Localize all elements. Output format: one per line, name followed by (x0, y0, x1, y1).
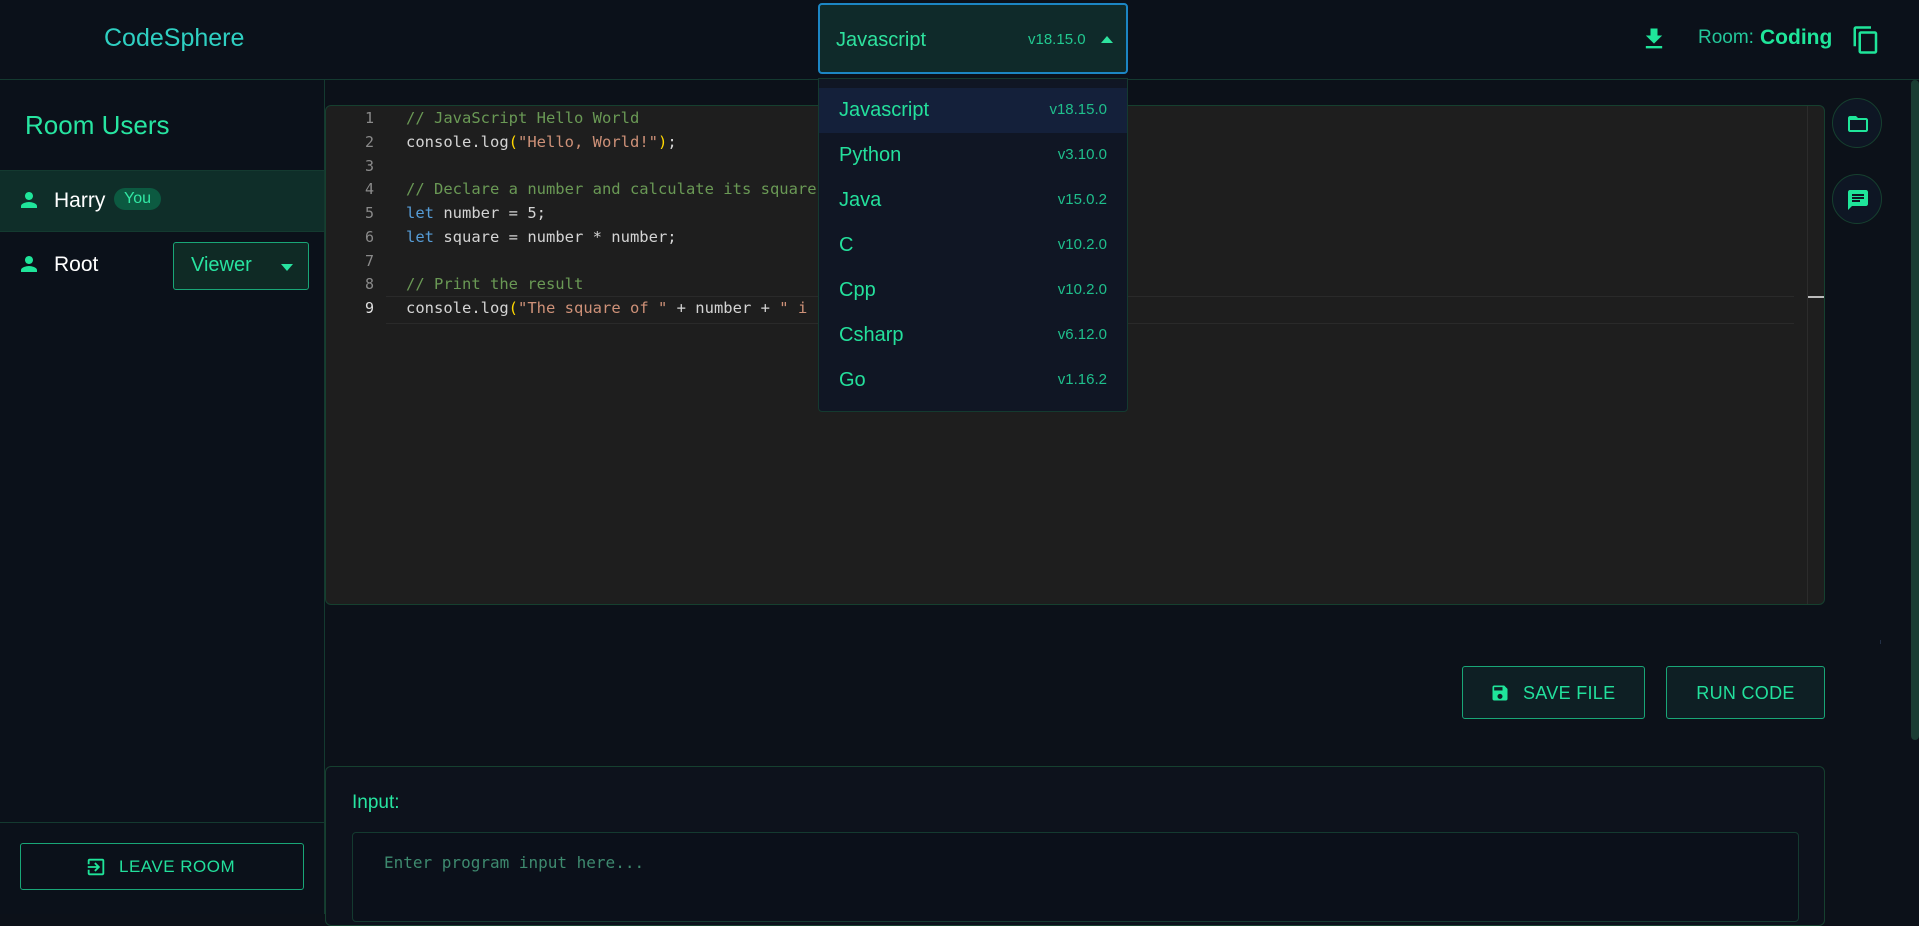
chat-icon (1848, 190, 1868, 210)
language-option-cpp[interactable]: Cpp v10.2.0 (819, 268, 1127, 313)
language-select-value: Javascript (836, 29, 927, 51)
language-option-name: Go (839, 369, 866, 391)
code-line[interactable]: // Print the result (406, 275, 583, 293)
exit-icon (87, 858, 105, 876)
run-code-label: RUN CODE (1696, 683, 1795, 703)
language-option-csharp[interactable]: Csharp v6.12.0 (819, 313, 1127, 358)
leave-room-label: LEAVE ROOM (119, 857, 236, 876)
input-label: Input: (352, 792, 400, 813)
language-option-python[interactable]: Python v3.10.0 (819, 133, 1127, 178)
you-badge: You (114, 188, 161, 210)
user-row-harry[interactable]: Harry You (0, 170, 324, 232)
sidebar-divider (0, 822, 324, 823)
editor-scrollbar-track[interactable] (1807, 106, 1808, 604)
save-file-label: SAVE FILE (1523, 683, 1616, 703)
line-number: 8 (364, 275, 374, 293)
app-root: CodeSphere Room: Coding Room Users Harry… (0, 0, 1919, 926)
files-button[interactable] (1832, 98, 1882, 148)
line-number: 5 (364, 204, 374, 222)
line-number: 7 (364, 252, 374, 270)
code-line[interactable]: console.log("The square of " + number + … (406, 299, 807, 317)
line-number: 3 (364, 157, 374, 175)
language-option-name: Java (839, 189, 882, 211)
room-users-title: Room Users (25, 110, 170, 140)
code-line[interactable]: // JavaScript Hello World (406, 109, 639, 127)
chevron-down-icon (281, 264, 293, 271)
language-option-javascript[interactable]: Javascript v18.15.0 (819, 88, 1127, 133)
download-icon[interactable] (1640, 24, 1668, 54)
chat-button[interactable] (1832, 174, 1882, 224)
language-option-version: v18.15.0 (1049, 101, 1107, 118)
user-icon (21, 192, 37, 208)
code-line[interactable]: // Declare a number and calculate its sq… (406, 180, 817, 198)
line-number: 9 (364, 299, 374, 317)
language-option-go[interactable]: Go v1.16.2 (819, 358, 1127, 403)
language-option-java[interactable]: Java v15.0.2 (819, 178, 1127, 223)
language-option-version: v1.16.2 (1057, 371, 1107, 388)
language-option-name: Javascript (839, 99, 930, 121)
line-number: 1 (364, 109, 374, 127)
language-option-version: v15.0.2 (1057, 191, 1107, 208)
user-icon (21, 256, 37, 272)
role-select-value: Viewer (191, 254, 252, 276)
language-dropdown-menu: Javascript v18.15.0 Python v3.10.0 Java … (818, 78, 1128, 412)
page-scrollbar[interactable] (1911, 80, 1919, 740)
language-option-version: v6.12.0 (1057, 326, 1107, 343)
save-file-button[interactable]: SAVE FILE (1462, 666, 1645, 719)
room-label: Room: (1698, 27, 1754, 48)
line-number: 6 (364, 228, 374, 246)
language-option-name: Csharp (839, 324, 904, 346)
input-panel: Input: (325, 766, 1825, 926)
language-select-version: v18.15.0 (1028, 31, 1086, 48)
code-line[interactable]: let number = 5; (406, 204, 546, 222)
sidebar: Room Users Harry You Root Viewer LEAVE R… (0, 80, 325, 914)
line-number: 2 (364, 133, 374, 151)
user-name: Harry (54, 189, 106, 212)
role-select[interactable]: Viewer (173, 242, 309, 290)
language-option-version: v3.10.0 (1057, 146, 1107, 163)
language-option-version: v10.2.0 (1057, 281, 1107, 298)
language-option-name: Cpp (839, 279, 876, 301)
code-line[interactable]: console.log("Hello, World!"); (406, 133, 677, 151)
line-number: 4 (364, 180, 374, 198)
leave-room-button[interactable]: LEAVE ROOM (20, 843, 304, 890)
run-code-button[interactable]: RUN CODE (1666, 666, 1825, 719)
folder-icon (1848, 116, 1868, 132)
app-logo[interactable]: CodeSphere (104, 24, 244, 53)
chevron-up-icon (1101, 36, 1113, 43)
language-option-name: Python (839, 144, 902, 166)
room-name: Coding (1760, 26, 1833, 49)
language-select[interactable]: Javascript v18.15.0 (818, 3, 1128, 74)
language-option-name: C (839, 234, 854, 256)
code-line[interactable]: let square = number * number; (406, 228, 677, 246)
user-name: Root (54, 253, 99, 276)
editor-scroll-marker (1808, 296, 1824, 298)
copy-icon[interactable] (1851, 24, 1881, 56)
save-icon (1492, 685, 1508, 701)
language-option-c[interactable]: C v10.2.0 (819, 223, 1127, 268)
program-input[interactable] (352, 832, 1799, 922)
user-row-root[interactable]: Root Viewer (0, 235, 324, 295)
language-option-version: v10.2.0 (1057, 236, 1107, 253)
